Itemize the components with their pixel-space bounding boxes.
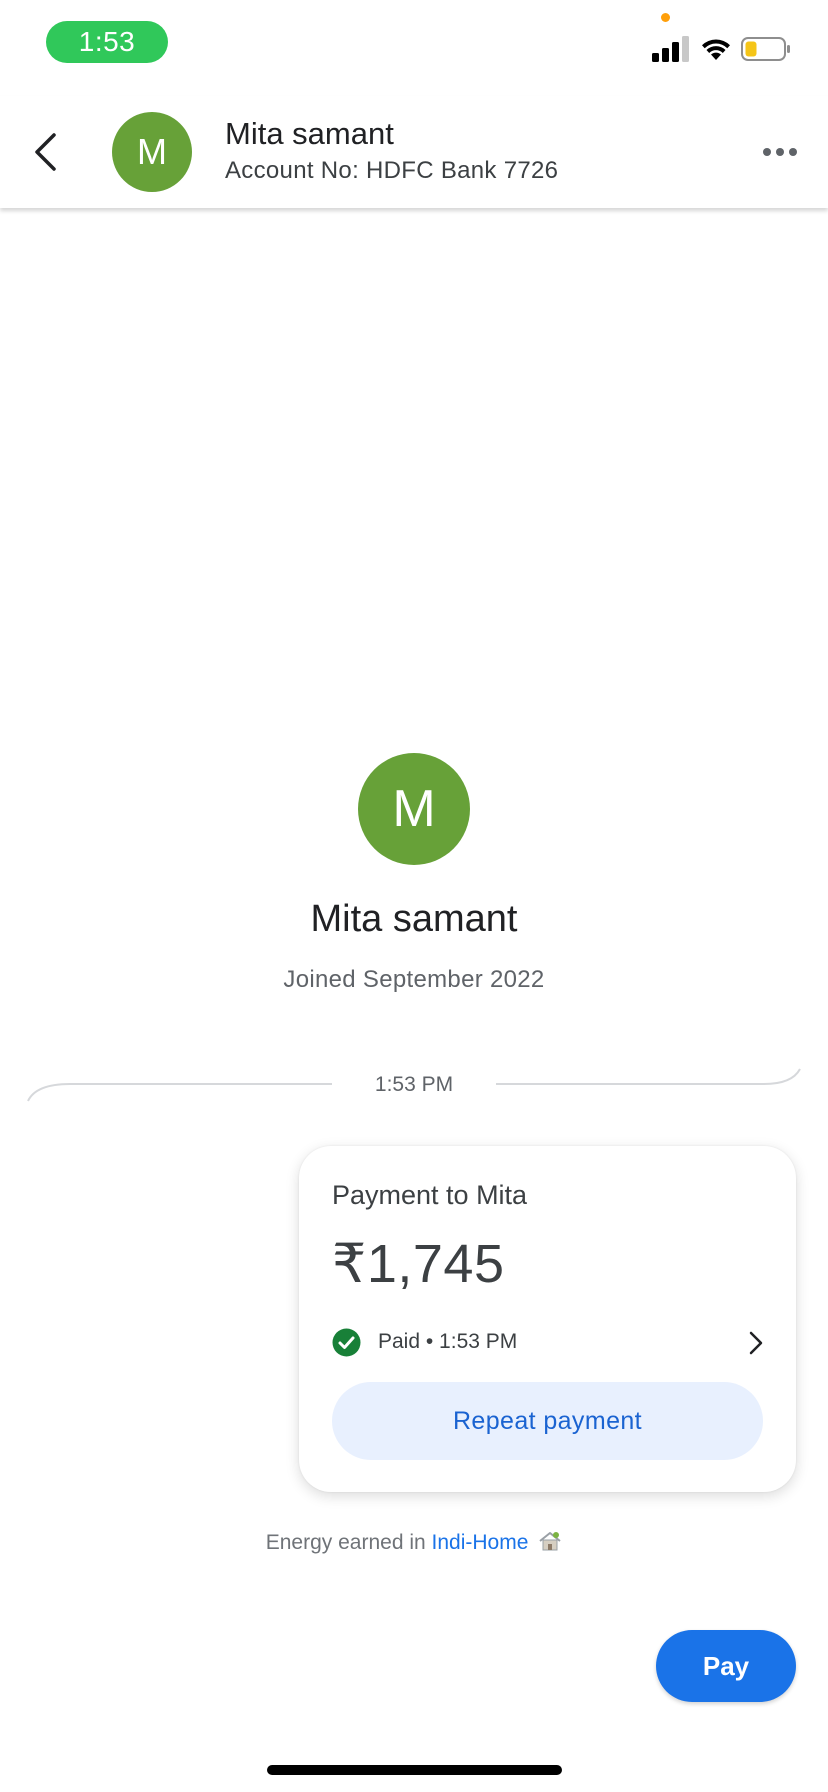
joined-date: Joined September 2022	[283, 966, 545, 993]
wifi-icon	[702, 39, 730, 60]
payment-status: Paid • 1:53 PM	[378, 1330, 518, 1353]
energy-prefix: Energy earned in	[265, 1531, 432, 1554]
chevron-right-icon	[749, 1331, 763, 1355]
privacy-indicator-dot	[661, 13, 670, 22]
energy-earned-text: Energy earned in Indi-Home	[0, 1530, 828, 1555]
indi-home-link[interactable]: Indi-Home	[432, 1531, 529, 1554]
cellular-signal-icon	[652, 36, 689, 62]
payment-status-row[interactable]: Paid • 1:53 PM	[332, 1326, 768, 1360]
check-circle-icon	[332, 1328, 361, 1357]
status-bar: 1:53	[0, 0, 828, 96]
more-options-button[interactable]	[754, 134, 806, 170]
house-icon	[539, 1532, 561, 1551]
payment-amount: ₹1,745	[332, 1234, 505, 1294]
payment-title: Payment to Mita	[332, 1180, 528, 1210]
account-number: Account No: HDFC Bank 7726	[225, 157, 559, 184]
chevron-left-icon	[35, 133, 56, 171]
status-time[interactable]: 1:53	[46, 21, 168, 63]
battery-icon	[741, 37, 790, 61]
profile-name: Mita samant	[310, 898, 518, 940]
back-button[interactable]	[20, 124, 70, 180]
contact-header: M Mita samant Account No: HDFC Bank 7726	[0, 96, 828, 208]
contact-name: Mita samant	[225, 116, 394, 151]
profile-avatar: M	[358, 753, 470, 865]
payment-card[interactable]: Payment to Mita ₹1,745 Paid • 1:53 PM Re…	[299, 1146, 796, 1492]
home-indicator[interactable]	[267, 1765, 562, 1775]
pay-button[interactable]: Pay	[656, 1630, 796, 1702]
more-horizontal-icon	[763, 148, 797, 156]
contact-avatar[interactable]: M	[112, 112, 192, 192]
repeat-payment-button[interactable]: Repeat payment	[332, 1382, 763, 1460]
divider-timestamp: 1:53 PM	[374, 1073, 454, 1096]
